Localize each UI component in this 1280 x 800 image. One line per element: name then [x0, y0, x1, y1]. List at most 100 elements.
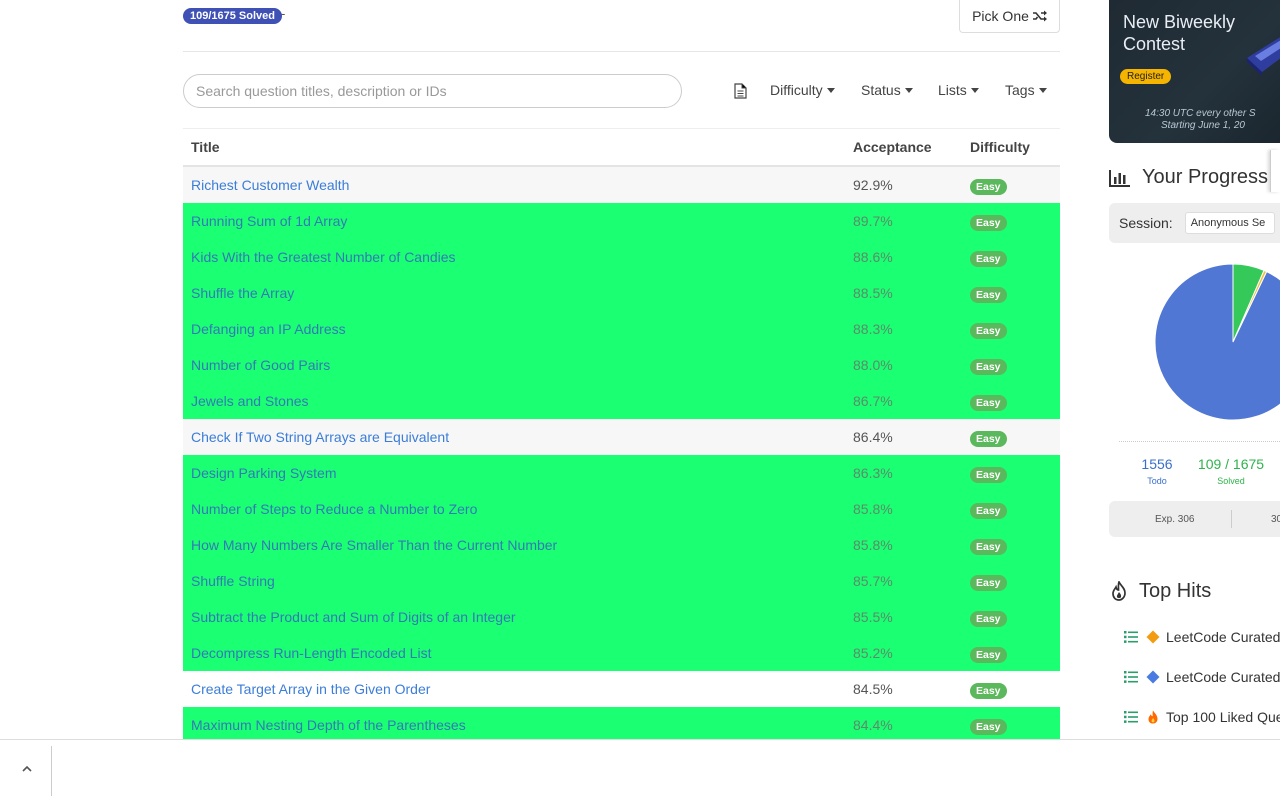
experience-more: 30	[1271, 514, 1280, 525]
chevron-up-icon[interactable]	[20, 764, 34, 774]
experience-separator	[1231, 510, 1232, 528]
experience-label: Exp. 306	[1155, 514, 1195, 525]
difficulty-column-header[interactable]: Difficulty	[964, 139, 1060, 155]
problem-title-link[interactable]: How Many Numbers Are Smaller Than the Cu…	[191, 537, 557, 553]
contest-time-line1: 14:30 UTC every other S	[1145, 108, 1256, 119]
problem-title-link[interactable]: Defanging an IP Address	[191, 321, 346, 337]
caret-down-icon	[970, 88, 979, 93]
acceptance-cell: 85.8%	[853, 537, 893, 553]
acceptance-cell: 88.6%	[853, 249, 893, 265]
problem-title-link[interactable]: Kids With the Greatest Number of Candies	[191, 249, 456, 265]
bottom-panel-separator	[51, 746, 52, 796]
tags-filter[interactable]: Tags	[1005, 82, 1047, 98]
top-hit-label: Top 100 Liked Que	[1166, 709, 1280, 725]
problem-title-link[interactable]: Check If Two String Arrays are Equivalen…	[191, 429, 449, 445]
problem-title-cell: Maximum Nesting Depth of the Parentheses	[183, 717, 846, 733]
difficulty-badge: Easy	[970, 718, 1007, 735]
table-row: How Many Numbers Are Smaller Than the Cu…	[183, 527, 1060, 563]
difficulty-filter[interactable]: Difficulty	[770, 82, 835, 98]
pick-one-button[interactable]: Pick One	[959, 0, 1060, 33]
acceptance-column-header[interactable]: Acceptance	[846, 139, 964, 155]
sidebar-collapse-handle[interactable]	[1270, 150, 1280, 192]
table-row: Decompress Run-Length Encoded List 85.2% E…	[183, 635, 1060, 671]
contest-time-line2: Starting June 1, 20	[1161, 120, 1245, 131]
acceptance-cell: 85.5%	[853, 609, 893, 625]
problem-title-link[interactable]: Number of Good Pairs	[191, 357, 330, 373]
blue-diamond-icon	[1146, 670, 1160, 684]
top-hit-item[interactable]: LeetCode Curated	[1124, 627, 1280, 647]
problem-title-cell: Running Sum of 1d Array	[183, 213, 846, 229]
title-column-header[interactable]: Title	[183, 139, 846, 155]
acceptance-cell: 85.7%	[853, 573, 893, 589]
page: 109/1675 Solved - Pick One Difficulty St…	[0, 0, 1280, 800]
problem-title-link[interactable]: Subtract the Product and Sum of Digits o…	[191, 609, 516, 625]
acceptance-cell: 86.3%	[853, 465, 893, 481]
problem-title-cell: How Many Numbers Are Smaller Than the Cu…	[183, 537, 846, 553]
caret-down-icon	[904, 88, 913, 93]
table-row: Shuffle String 85.7% Easy	[183, 563, 1060, 599]
difficulty-cell: Easy	[964, 392, 1060, 411]
contest-title-line2: Contest	[1123, 34, 1186, 54]
problem-title-link[interactable]: Number of Steps to Reduce a Number to Ze…	[191, 501, 477, 517]
header-divider	[183, 51, 1060, 52]
difficulty-badge: Easy	[970, 466, 1007, 483]
problem-title-link[interactable]: Richest Customer Wealth	[191, 177, 349, 193]
difficulty-badge: Easy	[970, 178, 1007, 195]
difficulty-badge: Easy	[970, 430, 1007, 447]
problem-title-link[interactable]: Jewels and Stones	[191, 393, 309, 409]
difficulty-badge: Easy	[970, 682, 1007, 699]
solved-count: 109 / 1675	[1197, 456, 1265, 472]
problem-title-cell: Number of Good Pairs	[183, 357, 846, 373]
session-select[interactable]: Anonymous Se	[1184, 212, 1275, 234]
top-hit-item[interactable]: Top 100 Liked Que	[1124, 707, 1280, 727]
problem-title-link[interactable]: Running Sum of 1d Array	[191, 213, 347, 229]
progress-pie-chart	[1154, 263, 1280, 421]
acceptance-cell: 88.0%	[853, 357, 893, 373]
problem-title-link[interactable]: Shuffle String	[191, 573, 275, 589]
solved-stat: 109 / 1675 Solved	[1195, 456, 1267, 486]
list-icon	[1124, 711, 1138, 723]
table-row: Defanging an IP Address 88.3% Easy	[183, 311, 1060, 347]
top-hit-label: LeetCode Curated	[1166, 629, 1280, 645]
problem-title-link[interactable]: Design Parking System	[191, 465, 337, 481]
acceptance-cell: 88.3%	[853, 321, 893, 337]
todo-count: 1556	[1141, 456, 1173, 472]
difficulty-cell: Easy	[964, 284, 1060, 303]
acceptance-cell: 84.4%	[853, 717, 893, 733]
acceptance-cell: 88.5%	[853, 285, 893, 301]
document-icon[interactable]	[734, 83, 747, 99]
problem-title-link[interactable]: Create Target Array in the Given Order	[191, 681, 430, 697]
difficulty-badge: Easy	[970, 646, 1007, 663]
top-hit-item[interactable]: LeetCode Curated	[1124, 667, 1280, 687]
problem-title-cell: Subtract the Product and Sum of Digits o…	[183, 609, 846, 625]
contest-banner[interactable]: New Biweekly Contest Register 14:30 UTC …	[1109, 0, 1280, 143]
problem-title-link[interactable]: Shuffle the Array	[191, 285, 294, 301]
problem-title-cell: Number of Steps to Reduce a Number to Ze…	[183, 501, 846, 517]
difficulty-badge: Easy	[970, 502, 1007, 519]
experience-box: Exp. 306 30	[1109, 501, 1280, 537]
difficulty-cell: Easy	[964, 536, 1060, 555]
table-row: Jewels and Stones 86.7% Easy	[183, 383, 1060, 419]
difficulty-cell: Easy	[964, 716, 1060, 735]
difficulty-cell: Easy	[964, 248, 1060, 267]
search-input[interactable]	[183, 74, 682, 108]
tags-filter-label: Tags	[1005, 82, 1035, 98]
problem-title-link[interactable]: Maximum Nesting Depth of the Parentheses	[191, 717, 466, 733]
difficulty-cell: Easy	[964, 608, 1060, 627]
difficulty-cell: Easy	[964, 356, 1060, 375]
problem-title-link[interactable]: Decompress Run-Length Encoded List	[191, 645, 431, 661]
problem-title-cell: Shuffle the Array	[183, 285, 846, 301]
session-row: Session: Anonymous Se	[1109, 203, 1280, 243]
contest-title-line1: New Biweekly	[1123, 12, 1236, 32]
list-icon	[1124, 671, 1138, 683]
difficulty-cell: Easy	[964, 644, 1060, 663]
status-filter[interactable]: Status	[861, 82, 913, 98]
acceptance-cell: 86.4%	[853, 429, 893, 445]
table-row: Subtract the Product and Sum of Digits o…	[183, 599, 1060, 635]
lists-filter[interactable]: Lists	[938, 82, 979, 98]
register-button[interactable]: Register	[1120, 69, 1172, 84]
table-row: Maximum Nesting Depth of the Parentheses…	[183, 707, 1060, 743]
caret-down-icon	[1038, 88, 1047, 93]
progress-title: Your Progress	[1142, 166, 1268, 188]
table-row: Running Sum of 1d Array 89.7% Easy	[183, 203, 1060, 239]
